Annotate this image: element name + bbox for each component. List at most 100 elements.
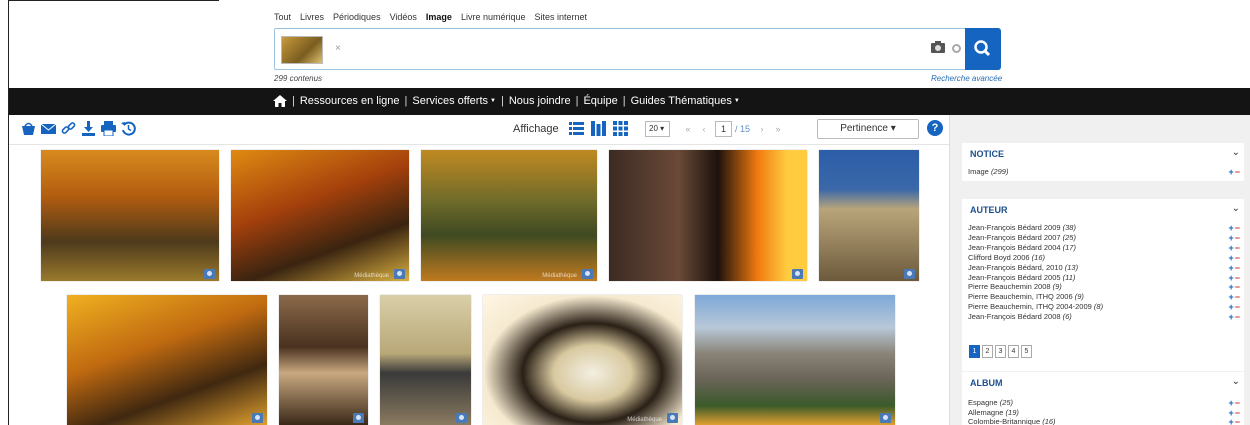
result-image-autumn-house-forest[interactable]: Médiathèque [421,150,597,281]
facet-item[interactable]: Pierre Beauchemin, ITHQ 2004-2009 (8) [968,302,1103,311]
filter-tab-6[interactable]: Livre numérique [461,12,526,22]
help-icon[interactable]: ? [927,120,943,136]
include-exclude-buttons[interactable]: +− [1228,408,1240,418]
facet-page-2[interactable]: 2 [982,345,993,358]
plus-icon[interactable]: + [1228,282,1233,292]
include-exclude-buttons[interactable]: +− [1228,292,1240,302]
include-exclude-buttons[interactable]: +− [1228,253,1240,263]
facet-item[interactable]: Jean-François Bédard 2004 (17) [968,243,1076,252]
minus-icon[interactable]: − [1235,417,1240,425]
minus-icon[interactable]: − [1235,302,1240,312]
include-exclude-buttons[interactable]: +− [1228,167,1240,177]
nav-item-4[interactable]: Équipe [583,95,617,107]
camera-icon[interactable] [931,41,945,53]
facet-item[interactable]: Jean-François Bédard 2009 (38) [968,223,1076,232]
first-page-button[interactable]: « [680,121,696,137]
prev-page-button[interactable]: ‹ [696,121,712,137]
per-page-select[interactable]: 20 ▾ [645,121,670,137]
facet-item[interactable]: Jean-François Bédard 2008 (6) [968,312,1072,321]
camera-icon[interactable] [353,413,364,423]
chevron-down-icon[interactable]: ⌄ [1232,203,1240,214]
result-image-church-facade[interactable] [819,150,919,281]
minus-icon[interactable]: − [1235,243,1240,253]
facet-item[interactable]: Pierre Beauchemin 2008 (9) [968,282,1062,291]
result-image-autumn-fence-road[interactable] [41,150,219,281]
sort-dropdown[interactable]: Pertinence ▾ [817,119,919,139]
page-number-input[interactable]: 1 [715,121,732,137]
include-exclude-buttons[interactable]: +− [1228,273,1240,283]
include-exclude-buttons[interactable]: +− [1228,418,1240,425]
camera-icon[interactable] [394,269,405,279]
facet-page-3[interactable]: 3 [995,345,1006,358]
facet-item[interactable]: Pierre Beauchemin, ITHQ 2006 (9) [968,292,1084,301]
camera-icon[interactable] [582,269,593,279]
last-page-button[interactable]: » [770,121,786,137]
result-image-mountain-valley[interactable] [695,295,895,425]
clear-icon[interactable] [952,44,961,53]
nav-item-3[interactable]: Nous joindre [509,95,571,107]
include-exclude-buttons[interactable]: +− [1228,398,1240,408]
camera-icon[interactable] [880,413,891,423]
camera-icon[interactable] [904,269,915,279]
plus-icon[interactable]: + [1228,253,1233,263]
plus-icon[interactable]: + [1228,233,1233,243]
nav-item-1[interactable]: Ressources en ligne [300,95,400,107]
camera-icon[interactable] [667,413,678,423]
filter-tab-7[interactable]: Sites internet [534,12,587,22]
print-icon[interactable] [101,121,116,137]
plus-icon[interactable]: + [1228,302,1233,312]
filter-tab-1[interactable]: Tout [274,12,291,22]
chevron-down-icon[interactable]: ⌄ [1232,147,1240,158]
camera-icon[interactable] [792,269,803,279]
remove-image-button[interactable]: × [335,43,341,54]
facet-item[interactable]: Clifford Boyd 2006 (16) [968,253,1045,262]
camera-icon[interactable] [252,413,263,423]
result-image-heraldic-engraving[interactable] [279,295,368,425]
chevron-down-icon[interactable]: ⌄ [1232,376,1240,387]
nav-item-5[interactable]: Guides Thématiques ▼ [631,95,740,107]
minus-icon[interactable]: − [1235,292,1240,302]
plus-icon[interactable]: + [1228,292,1233,302]
include-exclude-buttons[interactable]: +− [1228,233,1240,243]
facet-title[interactable]: NOTICE [970,149,1004,159]
home-icon[interactable] [273,95,287,107]
filter-tab-4[interactable]: Vidéos [390,12,417,22]
include-exclude-buttons[interactable]: +− [1228,282,1240,292]
email-icon[interactable] [40,121,57,136]
minus-icon[interactable]: − [1235,273,1240,283]
minus-icon[interactable]: − [1235,312,1240,322]
minus-icon[interactable]: − [1235,167,1240,177]
minus-icon[interactable]: − [1235,408,1240,418]
facet-item[interactable]: Colombie-Britannique (16) [968,417,1056,425]
plus-icon[interactable]: + [1228,398,1233,408]
include-exclude-buttons[interactable]: +− [1228,243,1240,253]
filter-tab-3[interactable]: Périodiques [333,12,381,22]
minus-icon[interactable]: − [1235,282,1240,292]
result-image-autumn-forest-road[interactable] [67,295,267,425]
facet-item[interactable]: Espagne (25) [968,398,1013,407]
advanced-search-link[interactable]: Recherche avancée [931,74,1002,83]
include-exclude-buttons[interactable]: +− [1228,302,1240,312]
basket-icon[interactable] [21,121,36,136]
plus-icon[interactable]: + [1228,312,1233,322]
plus-icon[interactable]: + [1228,263,1233,273]
plus-icon[interactable]: + [1228,408,1233,418]
facet-item[interactable]: Jean-François Bédard 2007 (25) [968,233,1076,242]
plus-icon[interactable]: + [1228,223,1233,233]
result-image-autumn-tree-alley[interactable]: Médiathèque [231,150,409,281]
facet-item[interactable]: Image (299) [968,167,1008,176]
facet-title[interactable]: AUTEUR [970,205,1008,215]
plus-icon[interactable]: + [1228,273,1233,283]
result-image-rice-bowl[interactable]: Médiathèque [483,295,682,425]
result-image-interior-white-horse[interactable] [380,295,471,425]
plus-icon[interactable]: + [1228,167,1233,177]
plus-icon[interactable]: + [1228,417,1233,425]
search-button[interactable] [965,28,1001,70]
facet-item[interactable]: Jean-François Bédard, 2010 (13) [968,263,1078,272]
search-box[interactable]: × [274,28,1001,70]
camera-icon[interactable] [456,413,467,423]
facet-title[interactable]: ALBUM [970,378,1003,388]
history-icon[interactable] [121,121,136,136]
minus-icon[interactable]: − [1235,223,1240,233]
download-icon[interactable] [81,121,96,136]
